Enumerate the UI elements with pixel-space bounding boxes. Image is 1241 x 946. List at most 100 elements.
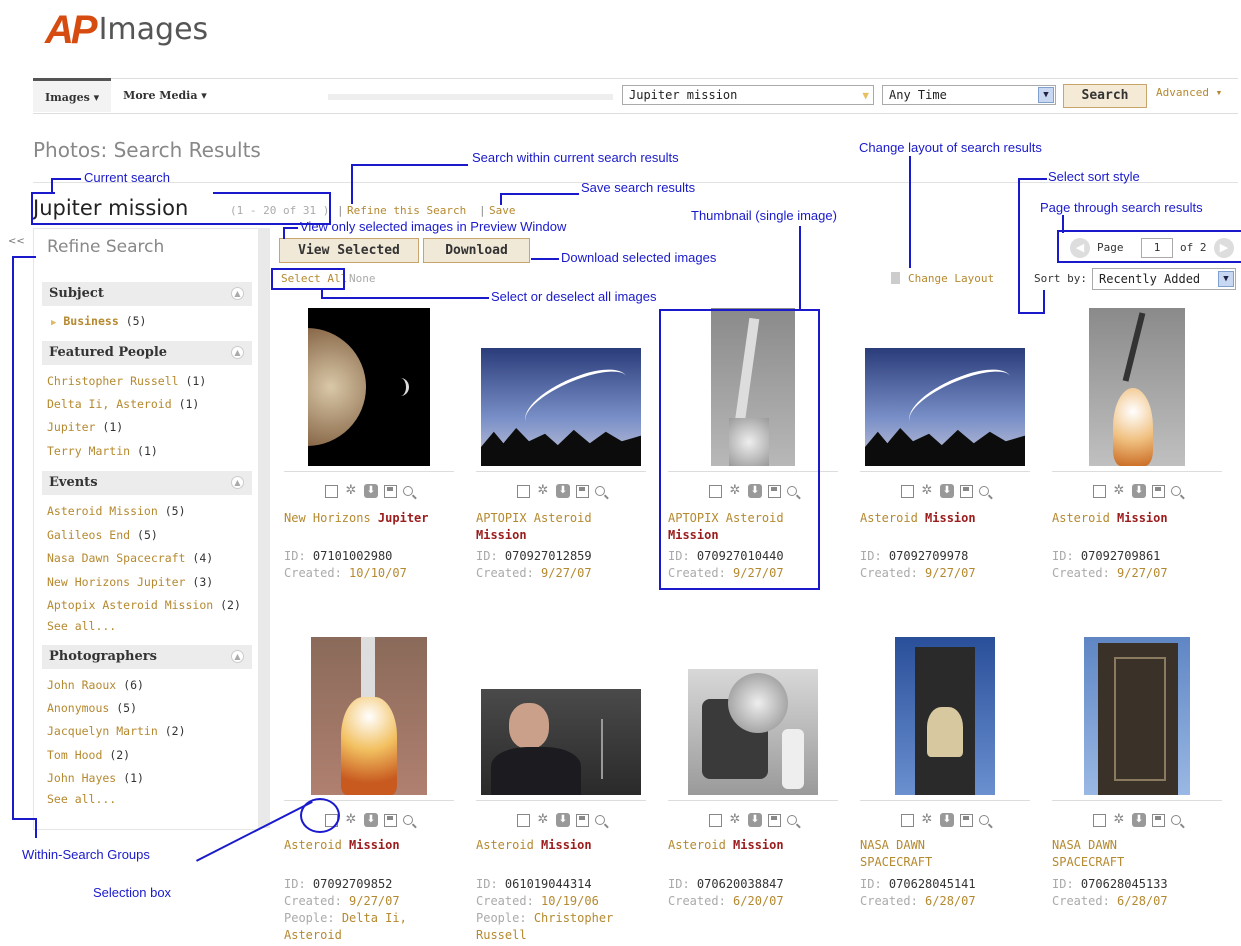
selection-checkbox[interactable] xyxy=(517,813,530,827)
result-title[interactable]: Asteroid Mission xyxy=(668,837,848,854)
zoom-icon[interactable] xyxy=(403,486,413,496)
sidebar-scrollbar[interactable] xyxy=(258,228,270,828)
filter-item[interactable]: Christopher Russell (1) xyxy=(47,374,206,388)
zoom-icon[interactable] xyxy=(979,815,989,825)
filter-item[interactable]: New Horizons Jupiter (3) xyxy=(47,575,213,589)
group-header-featured-people[interactable]: Featured People ▲ xyxy=(42,341,252,365)
save-icon[interactable] xyxy=(384,484,397,498)
gear-icon[interactable]: ✲ xyxy=(1112,484,1126,498)
search-button[interactable]: Search xyxy=(1063,84,1147,108)
result-title[interactable]: APTOPIX Asteroid Mission xyxy=(476,510,656,544)
zoom-icon[interactable] xyxy=(1171,815,1181,825)
chevron-down-icon[interactable]: ▼ xyxy=(1218,271,1234,287)
gear-icon[interactable]: ✲ xyxy=(728,813,742,827)
filter-item[interactable]: Anonymous (5) xyxy=(47,701,137,715)
collapse-group-icon[interactable]: ▲ xyxy=(231,287,244,300)
save-search-link[interactable]: Save xyxy=(489,204,516,217)
thumbnail-image[interactable] xyxy=(1084,637,1190,795)
refine-search-link[interactable]: Refine this Search xyxy=(347,204,466,217)
selection-checkbox[interactable] xyxy=(325,484,338,498)
chevron-down-icon[interactable]: ▼ xyxy=(862,87,869,105)
zoom-icon[interactable] xyxy=(1171,486,1181,496)
thumbnail-image[interactable] xyxy=(865,348,1025,466)
download-icon[interactable]: ⬇ xyxy=(940,484,954,498)
thumbnail-image[interactable] xyxy=(308,308,430,466)
chevron-down-icon[interactable]: ▼ xyxy=(1038,87,1054,103)
see-all-link[interactable]: See all... xyxy=(47,792,116,806)
time-range-select[interactable]: Any Time ▼ xyxy=(882,85,1056,105)
filter-item-business[interactable]: ▶ Business (5) xyxy=(51,314,146,328)
advanced-search-link[interactable]: Advanced ▾ xyxy=(1156,86,1222,99)
gear-icon[interactable]: ✲ xyxy=(1112,813,1126,827)
gear-icon[interactable]: ✲ xyxy=(920,484,934,498)
select-none-link[interactable]: None xyxy=(349,272,376,285)
zoom-icon[interactable] xyxy=(787,815,797,825)
save-icon[interactable] xyxy=(576,813,589,827)
selection-checkbox[interactable] xyxy=(709,813,722,827)
gear-icon[interactable]: ✲ xyxy=(920,813,934,827)
zoom-icon[interactable] xyxy=(979,486,989,496)
thumbnail-image[interactable] xyxy=(688,669,818,795)
result-title[interactable]: Asteroid Mission xyxy=(284,837,464,854)
selection-checkbox[interactable] xyxy=(901,813,914,827)
filter-item[interactable]: Galileos End (5) xyxy=(47,528,158,542)
change-layout-link[interactable]: Change Layout xyxy=(908,272,994,285)
view-selected-button[interactable]: View Selected xyxy=(279,238,419,263)
filter-item[interactable]: Terry Martin (1) xyxy=(47,444,158,458)
filter-item[interactable]: John Hayes (1) xyxy=(47,771,144,785)
filter-item[interactable]: Tom Hood (2) xyxy=(47,748,130,762)
save-icon[interactable] xyxy=(1152,813,1165,827)
download-icon[interactable]: ⬇ xyxy=(364,813,378,827)
group-header-photographers[interactable]: Photographers ▲ xyxy=(42,645,252,669)
zoom-icon[interactable] xyxy=(595,486,605,496)
collapse-group-icon[interactable]: ▲ xyxy=(231,346,244,359)
result-title[interactable]: New Horizons Jupiter xyxy=(284,510,464,527)
download-button[interactable]: Download xyxy=(423,238,530,263)
download-icon[interactable]: ⬇ xyxy=(556,484,570,498)
tab-images[interactable]: Images ▾ xyxy=(33,78,112,112)
selection-checkbox[interactable] xyxy=(1093,484,1106,498)
result-title[interactable]: Asteroid Mission xyxy=(476,837,656,854)
filter-item[interactable]: Aptopix Asteroid Mission (2) xyxy=(47,598,241,612)
filter-item[interactable]: Jacquelyn Martin (2) xyxy=(47,724,186,738)
filter-item[interactable]: Delta Ii, Asteroid (1) xyxy=(47,397,199,411)
result-title[interactable]: Asteroid Mission xyxy=(860,510,1040,527)
ap-images-logo[interactable]: AP Images xyxy=(45,10,208,50)
selection-checkbox[interactable] xyxy=(901,484,914,498)
filter-item[interactable]: Jupiter (1) xyxy=(47,420,123,434)
sort-select[interactable]: Recently Added ▼ xyxy=(1092,268,1236,290)
download-icon[interactable]: ⬇ xyxy=(1132,813,1146,827)
group-header-subject[interactable]: Subject ▲ xyxy=(42,282,252,306)
thumbnail-image[interactable] xyxy=(481,689,641,795)
search-input[interactable]: Jupiter mission ▼ xyxy=(622,85,874,105)
collapse-group-icon[interactable]: ▲ xyxy=(231,650,244,663)
thumbnail-image[interactable] xyxy=(1089,308,1185,466)
zoom-icon[interactable] xyxy=(403,815,413,825)
zoom-icon[interactable] xyxy=(595,815,605,825)
selection-checkbox[interactable] xyxy=(1093,813,1106,827)
see-all-link[interactable]: See all... xyxy=(47,619,116,633)
save-icon[interactable] xyxy=(1152,484,1165,498)
group-header-events[interactable]: Events ▲ xyxy=(42,471,252,495)
thumbnail-image[interactable] xyxy=(311,637,427,795)
save-icon[interactable] xyxy=(960,813,973,827)
result-title[interactable]: Asteroid Mission xyxy=(1052,510,1232,527)
save-icon[interactable] xyxy=(960,484,973,498)
filter-item[interactable]: Nasa Dawn Spacecraft (4) xyxy=(47,551,213,565)
download-icon[interactable]: ⬇ xyxy=(940,813,954,827)
layout-icon[interactable] xyxy=(891,272,900,284)
thumbnail-image[interactable] xyxy=(481,348,641,466)
download-icon[interactable]: ⬇ xyxy=(556,813,570,827)
selection-checkbox[interactable] xyxy=(517,484,530,498)
download-icon[interactable]: ⬇ xyxy=(748,813,762,827)
gear-icon[interactable]: ✲ xyxy=(536,813,550,827)
gear-icon[interactable]: ✲ xyxy=(344,813,358,827)
gear-icon[interactable]: ✲ xyxy=(344,484,358,498)
save-icon[interactable] xyxy=(768,813,781,827)
result-title[interactable]: NASA DAWN SPACECRAFT xyxy=(1052,837,1182,871)
filter-item[interactable]: Asteroid Mission (5) xyxy=(47,504,186,518)
thumbnail-image[interactable] xyxy=(895,637,995,795)
result-title[interactable]: NASA DAWN SPACECRAFT xyxy=(860,837,990,871)
tab-more-media[interactable]: More Media ▾ xyxy=(111,78,219,112)
filter-item[interactable]: John Raoux (6) xyxy=(47,678,144,692)
